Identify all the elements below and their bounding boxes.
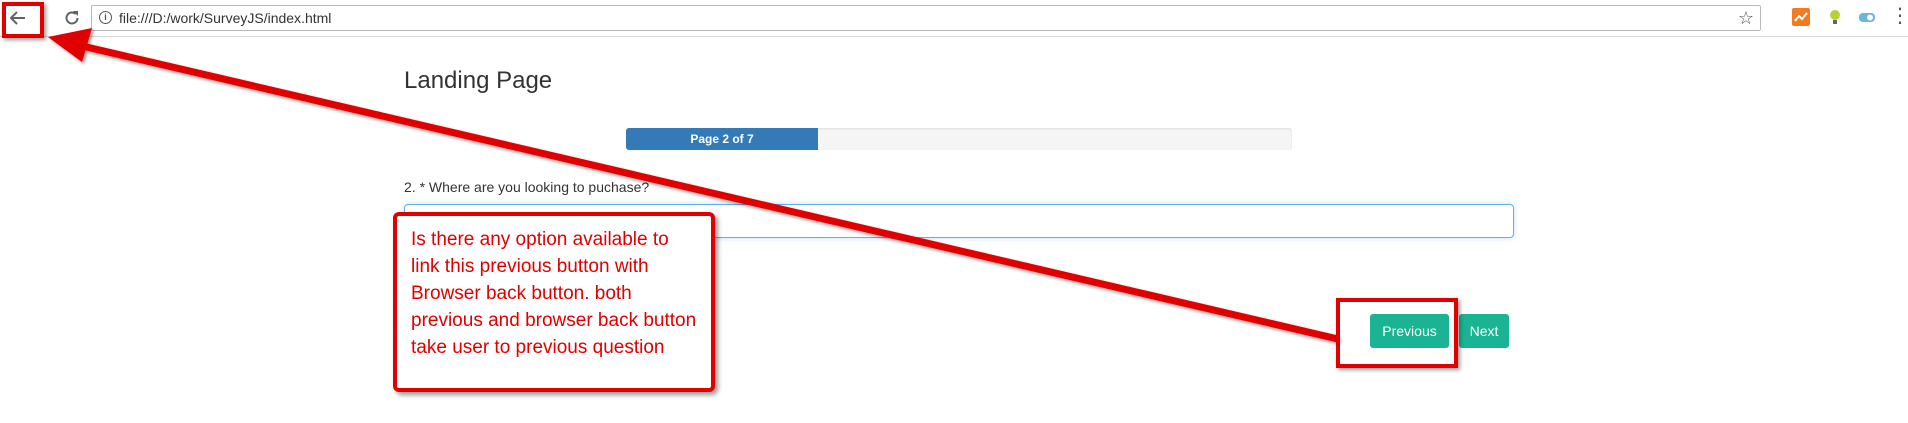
annotation-arrow	[48, 28, 1339, 343]
annotation-callout: Is there any option available to link th…	[393, 212, 715, 392]
annotation-previous-highlight	[1336, 298, 1458, 368]
annotation-back-highlight	[2, 2, 44, 38]
